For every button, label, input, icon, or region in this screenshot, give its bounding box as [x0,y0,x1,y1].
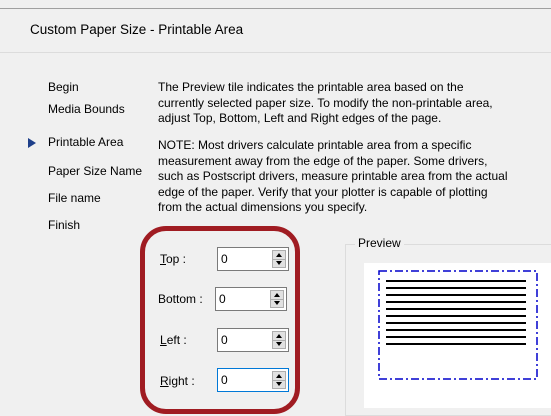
preview-text-lines [386,280,526,350]
note-line: from the actual dimensions you specify. [158,200,368,214]
note-line: edge of the paper. Verify that your plot… [158,184,488,199]
preview-line [386,301,526,303]
preview-line [386,315,526,317]
nav-step-finish[interactable]: Finish [48,218,80,232]
nav-step-paper-size-name[interactable]: Paper Size Name [48,164,142,178]
preview-line [386,280,526,282]
preview-line [386,322,526,324]
note-line: such as Postscript drivers, measure prin… [158,169,508,183]
note-line: measurement away from the edge of the pa… [158,153,488,168]
description-paragraph: The Preview tile indicates the printable… [158,80,551,127]
nav-step-begin[interactable]: Begin [48,80,79,94]
preview-label: Preview [355,236,404,250]
note-paragraph: NOTE: Most drivers calculate printable a… [158,138,551,216]
current-step-arrow-icon [28,138,36,148]
nav-step-file-name[interactable]: File name [48,191,101,205]
description-line: currently selected paper size. To modify… [158,95,493,110]
preview-line [386,294,526,296]
nav-step-printable-area[interactable]: Printable Area [48,135,123,149]
nav-step-media-bounds[interactable]: Media Bounds [48,102,125,116]
preview-line [386,336,526,338]
preview-line [386,287,526,289]
preview-line [386,343,526,345]
window-top-edge [0,0,551,9]
preview-line [386,329,526,331]
note-line: NOTE: Most drivers calculate printable a… [158,138,472,152]
description-line: adjust Top, Bottom, Left and Right edges… [158,111,442,125]
highlight-annotation [140,226,300,414]
preview-line [386,308,526,310]
description-line: The Preview tile indicates the printable… [158,80,464,94]
title-separator [0,52,551,53]
dialog-title: Custom Paper Size - Printable Area [30,22,244,37]
